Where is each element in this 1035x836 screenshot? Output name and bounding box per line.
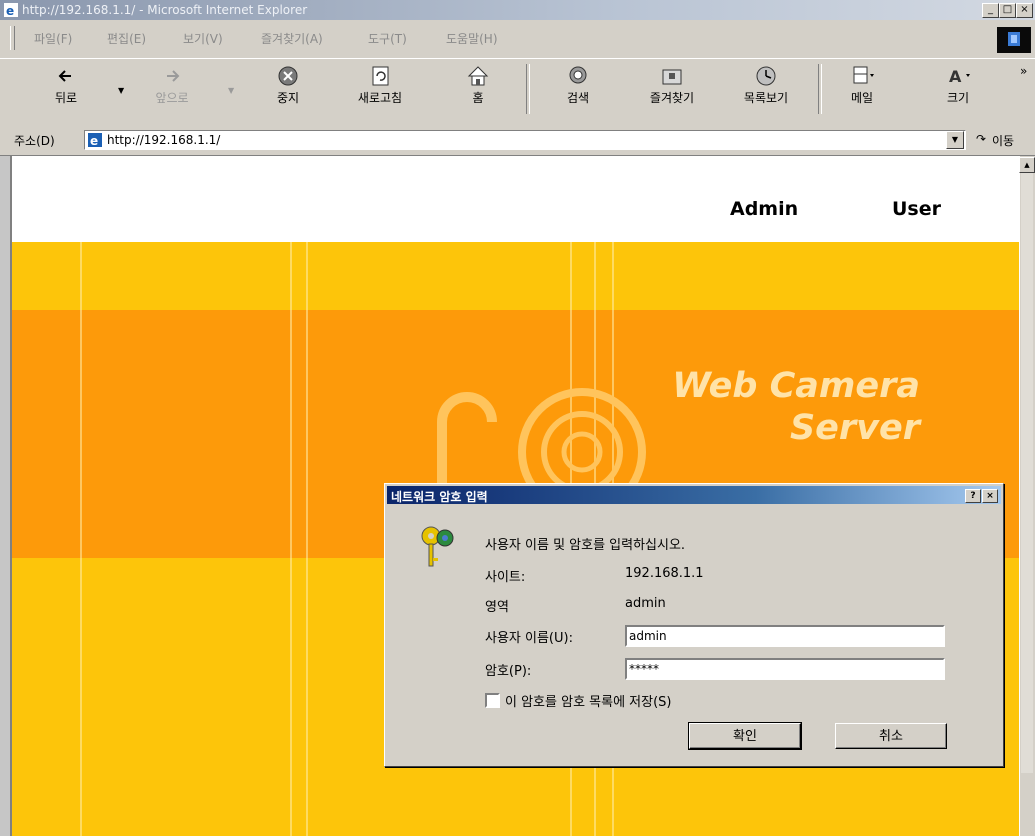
svg-text:e: e	[6, 4, 14, 17]
window-title-bar[interactable]: e http://192.168.1.1/ - Microsoft Intern…	[0, 0, 1035, 20]
back-button[interactable]: 뒤로	[34, 64, 98, 116]
menu-edit[interactable]: 편집(E)	[107, 30, 146, 47]
address-input[interactable]: e http://192.168.1.1/	[84, 130, 966, 150]
maximize-button[interactable]: □	[999, 3, 1016, 18]
nav-user-link[interactable]: User	[892, 198, 941, 220]
forward-arrow-icon	[167, 70, 180, 82]
history-label: 목록보기	[743, 91, 789, 105]
password-label: 암호(P):	[485, 664, 532, 679]
menu-favorites[interactable]: 즐겨찾기(A)	[261, 30, 323, 47]
toolbar-chevron-icon[interactable]: »	[1020, 64, 1027, 78]
keys-icon	[421, 526, 454, 567]
dialog-title-bar[interactable]: 네트워크 암호 입력 ? ×	[387, 486, 1001, 504]
menu-help[interactable]: 도움말(H)	[446, 30, 498, 47]
menu-file[interactable]: 파일(F)	[34, 30, 72, 47]
stop-label: 중지	[276, 91, 300, 105]
save-password-checkbox[interactable]	[485, 693, 500, 708]
scroll-up-icon[interactable]: ▲	[1019, 157, 1035, 173]
decor-line	[290, 242, 292, 836]
go-button[interactable]: 이동	[992, 132, 1014, 149]
menu-bar: 파일(F) 편집(E) 보기(V) 즐겨찾기(A) 도구(T) 도움말(H)	[0, 20, 1035, 59]
site-value: 192.168.1.1	[625, 566, 704, 581]
svg-text:A: A	[949, 67, 962, 86]
scrollbar-track[interactable]	[1021, 173, 1033, 773]
top-nav: Admin User	[12, 156, 1020, 242]
back-dropdown-icon[interactable]: ▼	[118, 86, 124, 95]
decor-line	[80, 242, 82, 836]
favorites-label: 즐겨찾기	[649, 91, 695, 105]
dialog-close-button[interactable]: ×	[982, 489, 998, 503]
refresh-label: 새로고침	[357, 91, 403, 105]
refresh-button[interactable]: 새로고침	[348, 64, 412, 116]
address-dropdown-icon[interactable]: ▼	[946, 131, 964, 149]
stop-button[interactable]: 중지	[256, 64, 320, 116]
dialog-title: 네트워크 암호 입력	[391, 490, 488, 504]
svg-text:e: e	[90, 134, 98, 147]
history-icon	[756, 66, 776, 86]
toolbar-separator	[818, 64, 822, 114]
text-size-button[interactable]: A 크기	[926, 64, 990, 116]
address-url: http://192.168.1.1/	[107, 133, 221, 147]
address-label: 주소(D)	[14, 134, 55, 148]
refresh-icon	[372, 66, 389, 86]
dialog-prompt: 사용자 이름 및 암호를 입력하십시오.	[485, 538, 686, 553]
history-button[interactable]: 목록보기	[734, 64, 798, 116]
favorites-button[interactable]: 즐겨찾기	[640, 64, 704, 116]
forward-label: 앞으로	[155, 91, 189, 105]
save-password-label[interactable]: 이 암호를 암호 목록에 저장(S)	[505, 691, 672, 710]
dialog-help-button[interactable]: ?	[965, 489, 981, 503]
home-button[interactable]: 홈	[446, 64, 510, 116]
window-title: http://192.168.1.1/ - Microsoft Internet…	[22, 3, 308, 17]
close-window-button[interactable]: ×	[1016, 3, 1033, 18]
forward-button[interactable]: 앞으로	[140, 64, 204, 116]
network-password-dialog: 네트워크 암호 입력 ? × 사용자 이름 및 암호를 입력하십시오. 사이트:…	[384, 483, 1004, 767]
menu-tools[interactable]: 도구(T)	[368, 30, 407, 47]
password-input[interactable]: *****	[625, 658, 945, 680]
minimize-button[interactable]: _	[982, 3, 999, 18]
forward-dropdown-icon[interactable]: ▼	[228, 86, 234, 95]
search-button[interactable]: 검색	[546, 64, 610, 116]
ok-button[interactable]: 확인	[688, 722, 802, 750]
realm-value: admin	[625, 596, 666, 611]
nav-admin-link[interactable]: Admin	[730, 198, 798, 220]
brand-title-line2: Server	[789, 408, 920, 448]
ie-page-icon: e	[4, 3, 18, 17]
mail-button[interactable]: 메일	[830, 64, 894, 116]
username-label: 사용자 이름(U):	[485, 631, 573, 646]
home-label: 홈	[472, 91, 484, 105]
cancel-button[interactable]: 취소	[835, 723, 947, 749]
page-favicon-icon: e	[88, 133, 102, 147]
toolbar-separator	[526, 64, 530, 114]
ie-throbber-icon	[997, 27, 1031, 53]
menu-grip	[10, 26, 15, 50]
search-icon	[569, 66, 587, 84]
decor-line	[306, 242, 308, 836]
text-size-icon: A	[949, 67, 970, 86]
favorites-folder-icon	[662, 69, 682, 85]
realm-label: 영역	[485, 600, 509, 615]
search-label: 검색	[566, 91, 590, 105]
menu-view[interactable]: 보기(V)	[183, 30, 223, 47]
stop-icon	[278, 66, 298, 86]
mail-icon	[853, 66, 874, 84]
back-label: 뒤로	[54, 91, 78, 105]
mail-label: 메일	[850, 91, 874, 105]
go-arrow-icon[interactable]: ↷	[976, 132, 986, 146]
brand-title-line1: Web Camera	[672, 366, 920, 406]
home-icon	[467, 66, 489, 86]
site-label: 사이트:	[485, 570, 526, 585]
username-input[interactable]: admin	[625, 625, 945, 647]
back-arrow-icon	[58, 70, 71, 82]
text-size-label: 크기	[946, 91, 970, 105]
